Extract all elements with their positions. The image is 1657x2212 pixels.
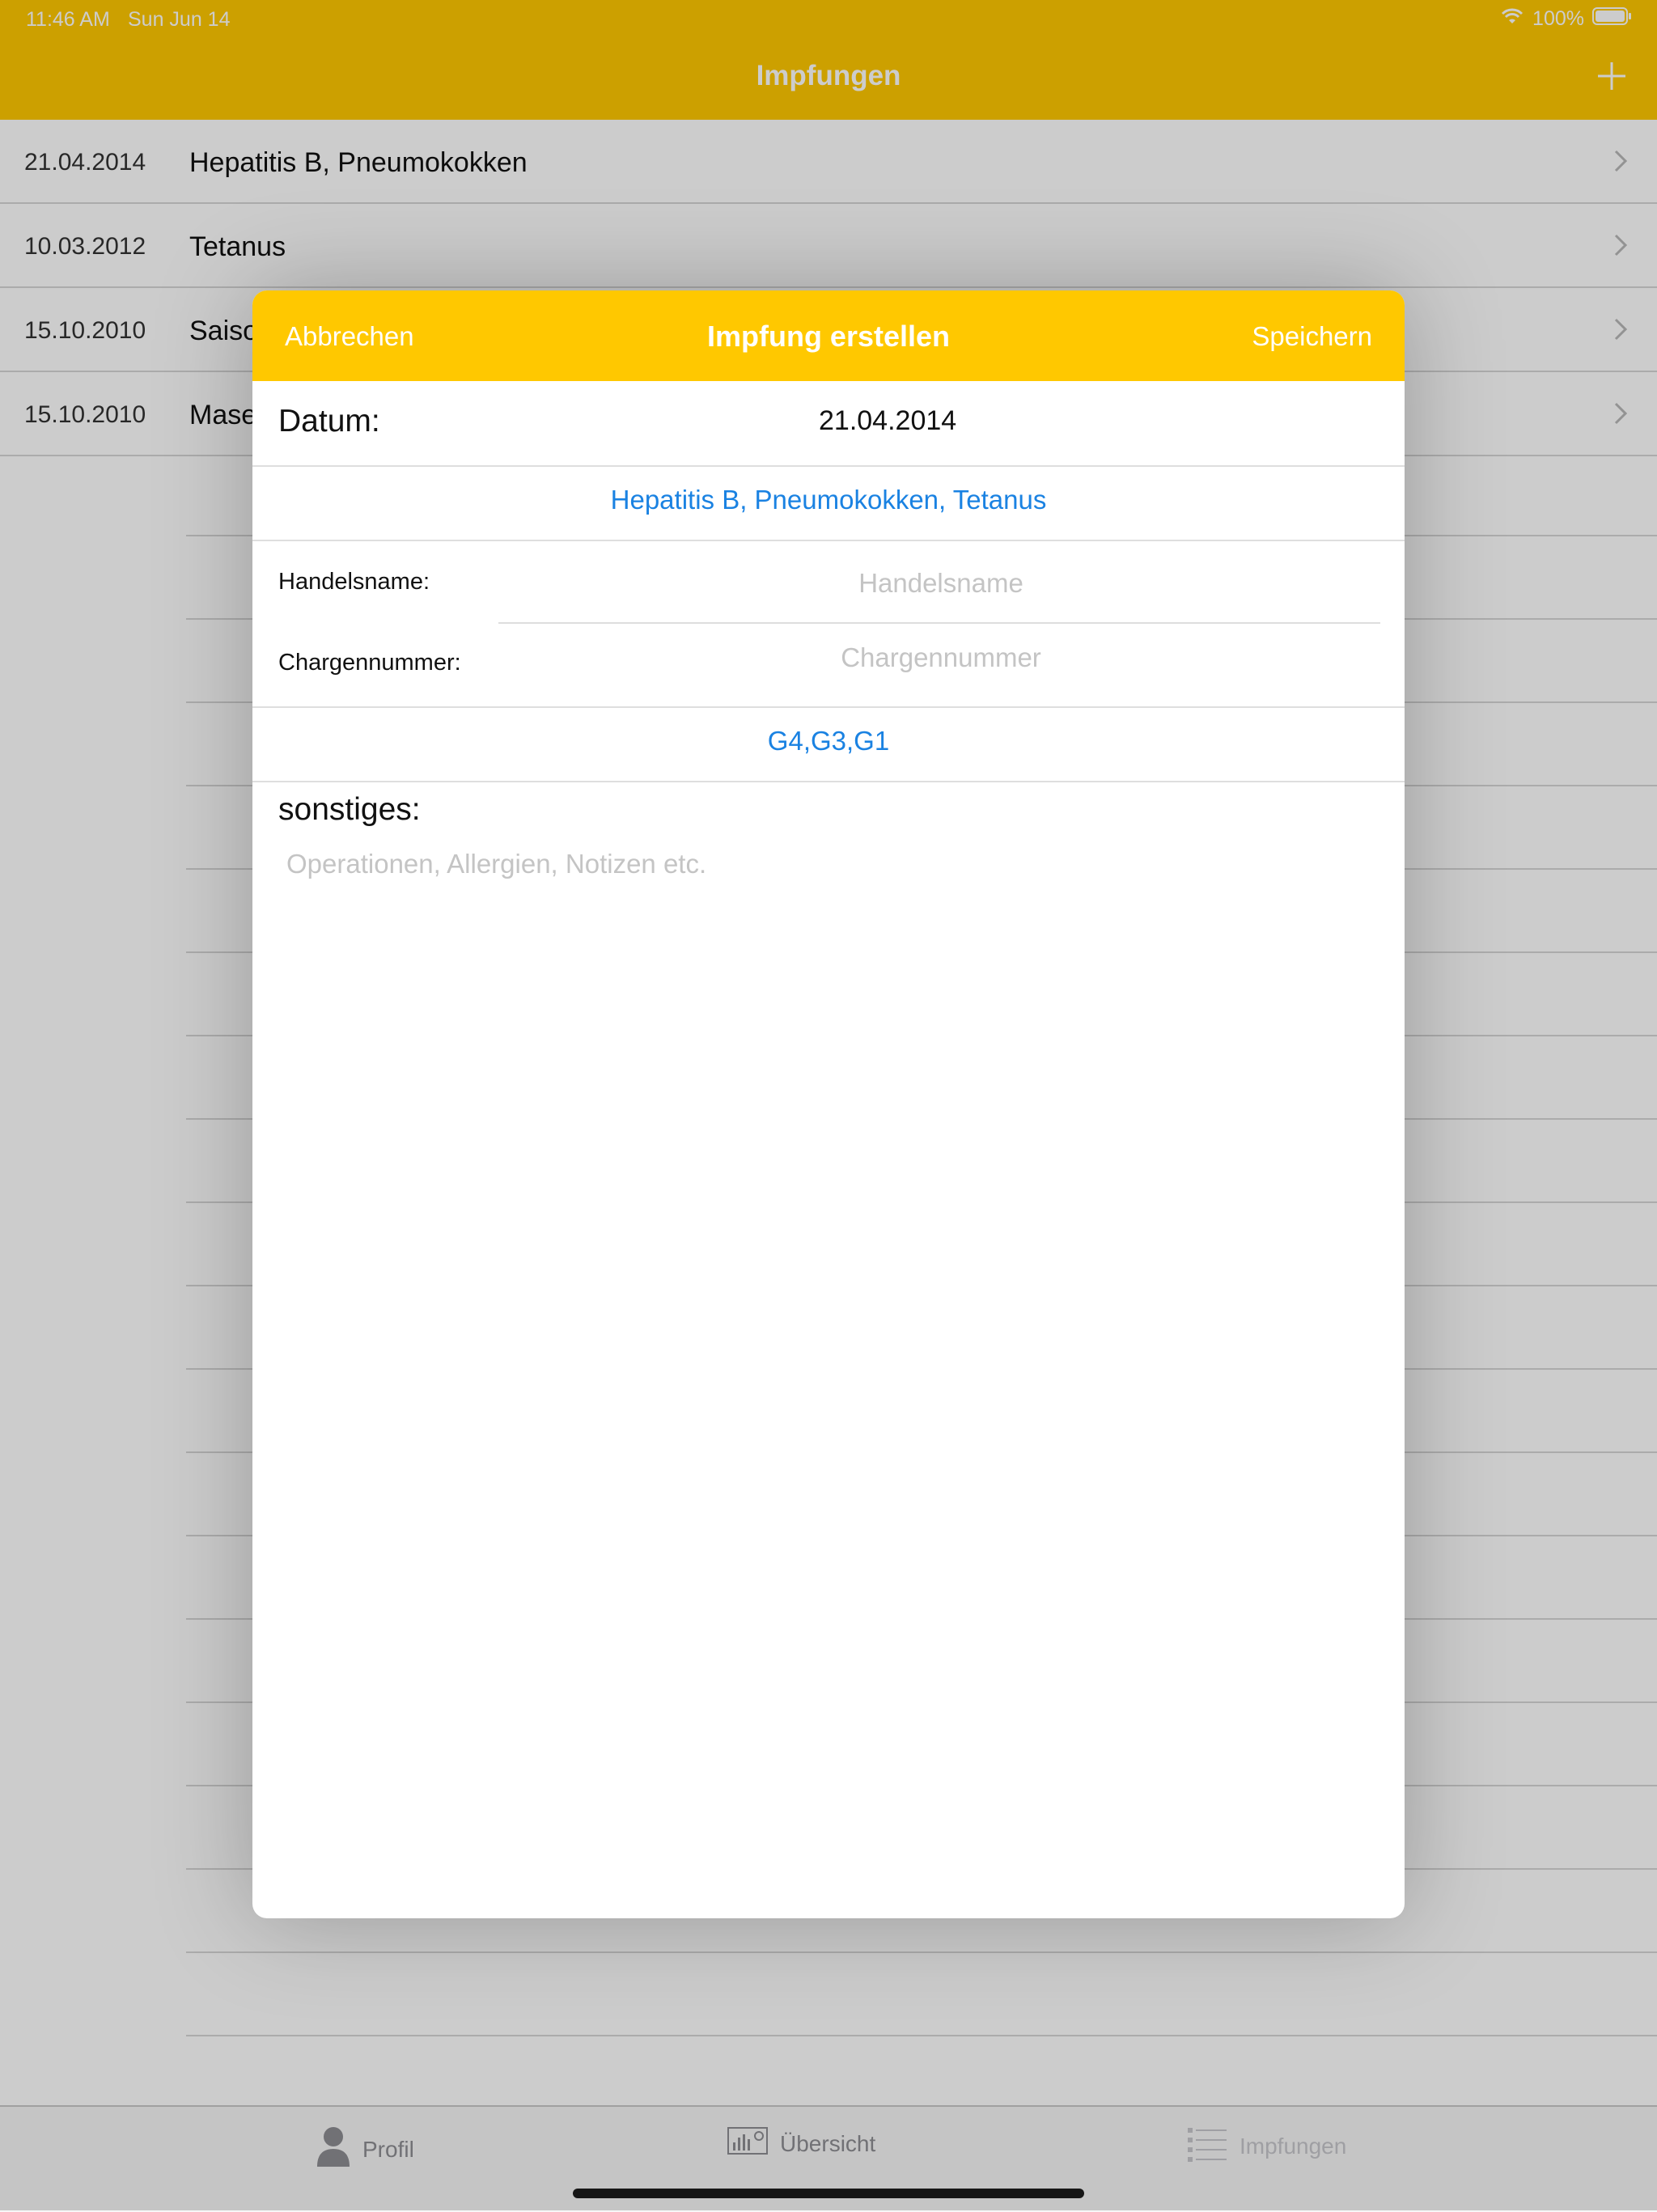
date-label: Datum:: [278, 404, 380, 439]
save-button[interactable]: Speichern: [1252, 321, 1372, 352]
date-field[interactable]: 21.04.2014: [819, 405, 956, 437]
batch-number-input[interactable]: [498, 629, 1384, 687]
divider: [498, 622, 1380, 624]
divider: [252, 706, 1405, 708]
divider: [252, 781, 1405, 782]
divider: [252, 540, 1405, 541]
divider: [252, 465, 1405, 467]
create-vaccination-modal: Abbrechen Impfung erstellen Speichern Da…: [252, 290, 1405, 1918]
other-label: sonstiges:: [278, 792, 421, 827]
notes-textarea[interactable]: [278, 841, 1395, 1892]
batch-number-label: Chargennummer:: [278, 650, 461, 676]
trade-name-label: Handelsname:: [278, 569, 430, 595]
diseases-selector-button[interactable]: Hepatitis B, Pneumokokken, Tetanus: [252, 485, 1405, 515]
modal-title: Impfung erstellen: [706, 320, 951, 353]
trade-name-input[interactable]: [498, 554, 1384, 612]
modal-header: Abbrechen Impfung erstellen Speichern: [252, 290, 1405, 381]
groups-selector-button[interactable]: G4,G3,G1: [252, 726, 1405, 756]
